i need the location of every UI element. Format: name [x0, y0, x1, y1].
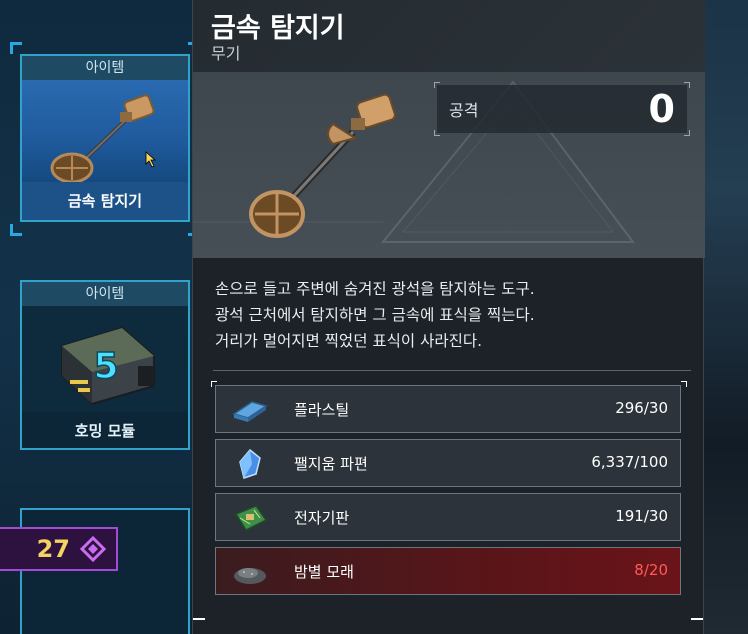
- currency-counter: 27: [0, 527, 118, 571]
- requirement-row: 전자기판 191/30: [215, 493, 681, 541]
- item-card-homing-module[interactable]: 아이템 5 호밍 모듈: [20, 280, 190, 450]
- requirement-count: 8/20: [634, 561, 668, 579]
- item-card-metal-detector[interactable]: 아이템 금속 탐지기: [20, 54, 190, 222]
- crystal-icon: [80, 536, 106, 562]
- requirement-name: 플라스틸: [294, 401, 350, 419]
- currency-value: 27: [36, 535, 70, 563]
- palladium-shard-icon: [239, 448, 261, 479]
- circuit-board-icon: [234, 505, 268, 531]
- homing-module-badge: 5: [93, 346, 118, 387]
- divider: [213, 370, 691, 371]
- sand-icon: [234, 568, 266, 584]
- list-corner: [193, 614, 205, 620]
- need-count: 20: [648, 561, 668, 579]
- list-corner: [681, 381, 687, 387]
- homing-module-icon: 5: [61, 326, 155, 406]
- have-count: 6,337: [591, 453, 635, 471]
- description-line: 거리가 멀어지면 찍었던 표식이 사라진다.: [215, 332, 483, 350]
- homing-module-thumbnail: 5: [22, 306, 188, 412]
- requirement-name: 팰지움 파편: [294, 455, 368, 473]
- plasteel-icon: [232, 401, 268, 422]
- item-card-name: 금속 탐지기: [22, 182, 188, 220]
- item-detail-panel: 금속 탐지기 무기 공격 0 손으로 들고 주변에 숨겨진 광석을 탐지하는 도…: [192, 0, 705, 634]
- item-preview: 공격 0: [193, 72, 705, 258]
- box-corner: [684, 130, 690, 136]
- description-line: 손으로 들고 주변에 숨겨진 광석을 탐지하는 도구.: [215, 280, 535, 298]
- description-line: 광석 근처에서 탐지하면 그 금속에 표식을 찍는다.: [215, 306, 535, 324]
- requirement-count: 191/30: [615, 507, 668, 525]
- list-corner: [211, 381, 217, 387]
- requirement-row: 팰지움 파편 6,337/100: [215, 439, 681, 487]
- item-category: 무기: [211, 44, 241, 63]
- have-count: 191: [615, 507, 644, 525]
- requirement-row-insufficient: 밤별 모래 8/20: [215, 547, 681, 595]
- selection-corner: [10, 42, 22, 54]
- metal-detector-large-icon: [249, 93, 396, 238]
- item-description: 손으로 들고 주변에 숨겨진 광석을 탐지하는 도구. 광석 근처에서 탐지하면…: [215, 276, 685, 354]
- stat-label: 공격: [449, 101, 479, 120]
- metal-detector-thumbnail: [22, 80, 188, 184]
- item-card-tag: 아이템: [22, 282, 188, 306]
- metal-detector-icon: [50, 94, 157, 184]
- box-corner: [434, 82, 440, 88]
- right-background: [704, 0, 748, 634]
- item-card-tag: 아이템: [22, 56, 188, 80]
- requirement-count: 6,337/100: [591, 453, 668, 471]
- stat-attack: 공격 0: [434, 82, 690, 136]
- box-corner: [684, 82, 690, 88]
- requirement-name: 전자기판: [294, 509, 350, 527]
- need-count: 30: [648, 399, 668, 417]
- panel-header: 금속 탐지기 무기: [193, 0, 705, 72]
- have-count: 296: [615, 399, 644, 417]
- need-count: 30: [648, 507, 668, 525]
- item-card-name: 호밍 모듈: [74, 422, 136, 440]
- box-corner: [434, 130, 440, 136]
- requirement-count: 296/30: [615, 399, 668, 417]
- have-count: 8: [634, 561, 644, 579]
- need-count: 100: [639, 453, 668, 471]
- stat-value: 0: [648, 87, 675, 131]
- requirement-row: 플라스틸 296/30: [215, 385, 681, 433]
- requirement-name: 밤별 모래: [294, 563, 354, 581]
- selection-corner: [10, 224, 22, 236]
- list-corner: [691, 614, 703, 620]
